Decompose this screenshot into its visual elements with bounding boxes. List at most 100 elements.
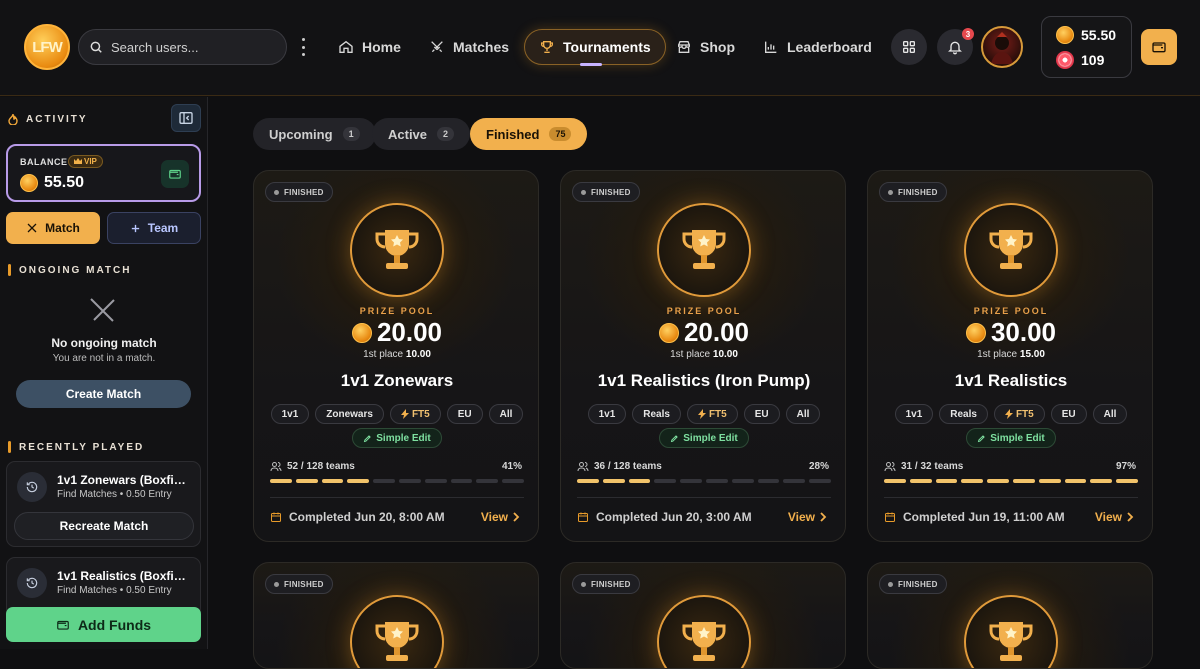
first-place-prize: 1st place 10.00 [363,349,431,360]
coin-balance-value: 55.50 [1081,27,1117,43]
collapse-sidebar-button[interactable] [171,104,201,132]
tournament-card[interactable]: FINISHED [253,562,539,669]
coin-balance: 55.50 [1056,26,1116,44]
tab-active[interactable]: Active 2 [372,118,471,150]
progress-segment [321,479,344,483]
wallet-button[interactable] [1141,29,1177,65]
tag-all: All [488,404,524,424]
tournament-card[interactable]: FINISHED [560,562,846,669]
card-divider [884,497,1138,498]
view-tournament-link[interactable]: View [1095,510,1134,524]
user-avatar[interactable] [981,26,1023,68]
tag-1v1: 1v1 [894,404,934,424]
pencil-icon [978,434,986,442]
match-button[interactable]: Match [6,212,100,244]
calendar-icon [271,512,281,522]
progress-segment [577,479,599,483]
recent-match-title: 1v1 Zonewars (Boxfight) [57,473,192,487]
recent-match-card: 1v1 Zonewars (Boxfight) Find Matches • 0… [6,461,201,547]
tournament-tags: 1v1 Zonewars FT5 EU All [254,404,538,424]
completed-date: Completed Jun 20, 8:00 AM [270,510,445,524]
activity-label: ACTIVITY [26,113,88,125]
balance-wallet-button[interactable] [161,160,189,188]
bolt-icon [1004,409,1013,419]
tab-finished[interactable]: Finished 75 [470,118,588,150]
nav-label: Tournaments [563,39,651,55]
completed-date: Completed Jun 19, 11:00 AM [884,510,1065,524]
tournament-title: 1v1 Realistics (Iron Pump) [597,371,811,390]
first-place-prize: 1st place 10.00 [670,349,738,360]
balance-value: 55.50 [20,174,84,192]
tag-zonewars: Zonewars [315,404,384,424]
view-tournament-link[interactable]: View [788,510,827,524]
nav-home[interactable]: Home [324,29,415,65]
recent-match-title: 1v1 Realistics (Boxfight) [57,569,192,583]
tournament-tags: 1v1 Reals FT5 EU All [868,404,1152,424]
no-match-title: No ongoing match [51,336,157,350]
coin-icon [658,322,679,343]
activity-sidebar: ACTIVITY BALANCE VIP 55.50 Match Team ON… [0,97,208,649]
team-count: 52 / 128 teams [270,461,355,472]
tournament-tags: 1v1 Reals FT5 EU All [561,404,845,424]
trophy-icon [964,203,1058,297]
progress-segment [935,479,958,483]
flame-icon [8,113,18,125]
tournament-card[interactable]: FINISHED PRIZE POOL 30.00 1st place 15.0… [867,170,1153,542]
nav-tournaments[interactable]: Tournaments [524,29,666,65]
token-balance: 109 [1056,51,1104,69]
prize-pool-value: 20.00 [561,317,845,348]
team-count: 36 / 128 teams [577,461,662,472]
tag-1v1: 1v1 [587,404,627,424]
tag-eu: EU [743,404,780,424]
team-count: 31 / 32 teams [884,461,963,472]
progress-segment [1038,479,1061,483]
tag-reals: Reals [632,404,681,424]
tournament-card[interactable]: FINISHED [867,562,1153,669]
progress-segment [884,479,906,483]
tag-eu: EU [446,404,483,424]
progress-segment [270,479,292,483]
user-search[interactable] [78,29,287,65]
site-logo[interactable]: LFW [24,24,70,70]
bolt-icon [697,409,706,419]
tag-eu: EU [1050,404,1087,424]
progress-segment [1090,479,1113,483]
trophy-icon [350,203,444,297]
tournament-card[interactable]: FINISHED PRIZE POOL 20.00 1st place 10.0… [253,170,539,542]
nav-leaderboard[interactable]: Leaderboard [749,29,886,65]
chevron-right-icon [820,512,827,522]
recreate-match-button[interactable]: Recreate Match [14,512,194,540]
nav-shop[interactable]: Shop [662,29,749,65]
bar-chart-icon [765,41,777,53]
trophy-icon [657,203,751,297]
fill-percentage: 28% [808,461,829,472]
progress-segment [398,479,421,483]
activity-header: ACTIVITY [8,113,88,125]
swords-icon [431,41,443,53]
edit-mode-badge: Simple Edit [254,428,538,448]
tag-all: All [785,404,821,424]
progress-segment [1012,479,1035,483]
progress-segment [450,479,473,483]
calendar-icon [578,512,588,522]
progress-segment [502,479,524,483]
users-icon [270,462,282,472]
history-icon [17,568,47,598]
prize-pool-label: PRIZE POOL [359,306,435,316]
view-tournament-link[interactable]: View [481,510,520,524]
bolt-icon [400,409,409,419]
notification-count-badge: 3 [962,28,974,40]
search-icon [90,41,102,53]
create-match-button[interactable]: Create Match [16,380,191,408]
apps-grid-button[interactable] [891,29,927,65]
registration-progress-bar [270,479,524,483]
tab-upcoming[interactable]: Upcoming 1 [253,118,376,150]
nav-matches[interactable]: Matches [415,29,523,65]
more-menu-icon[interactable] [296,36,310,58]
tournament-card[interactable]: FINISHED PRIZE POOL 20.00 1st place 10.0… [560,170,846,542]
add-funds-button[interactable]: Add Funds [6,607,201,642]
team-button[interactable]: Team [107,212,201,244]
registration-progress-bar [577,479,831,483]
status-badge: FINISHED [572,574,640,594]
search-input[interactable] [111,39,271,55]
